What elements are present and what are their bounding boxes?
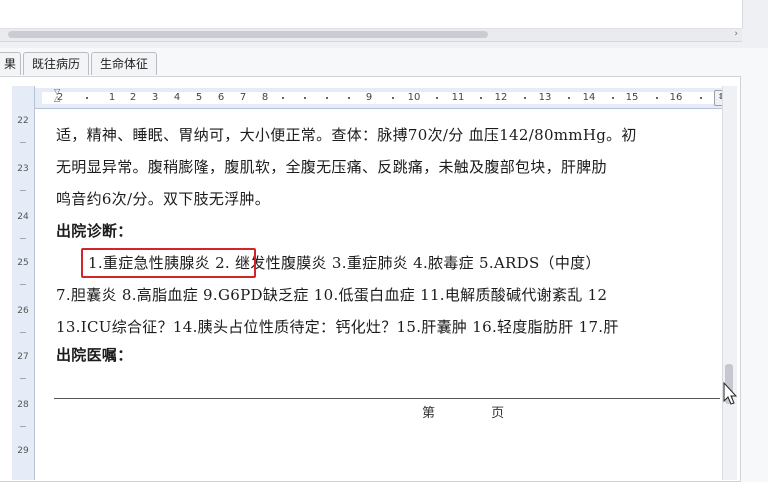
ruler-label: 3 bbox=[151, 92, 159, 103]
ruler-label: 13 bbox=[538, 92, 552, 103]
ruler-tick bbox=[20, 284, 26, 285]
discharge-orders-heading: 出院医嘱： bbox=[56, 346, 133, 364]
document-line: 鸣音约6次/分。双下肢无浮肿。 bbox=[56, 190, 271, 208]
scroll-thumb[interactable] bbox=[8, 31, 488, 38]
ruler-tick bbox=[20, 426, 26, 427]
ruler-label: 1 bbox=[108, 92, 116, 103]
highlight-box bbox=[81, 248, 256, 278]
ruler-tick bbox=[480, 97, 482, 99]
ruler-tick bbox=[304, 97, 306, 99]
ruler-track bbox=[42, 92, 718, 104]
ruler-label: 8 bbox=[261, 92, 269, 103]
ruler-tick bbox=[20, 378, 26, 379]
ruler-label: 2 bbox=[129, 92, 137, 103]
diagnosis-line: 13.ICU综合征？14.胰头占位性质待定：钙化灶？15.肝囊肿 16.轻度脂肪… bbox=[56, 318, 619, 336]
ruler-label: 22 bbox=[17, 116, 29, 126]
ruler-label: 11 bbox=[451, 92, 465, 103]
ruler-label: 14 bbox=[582, 92, 596, 103]
document-line: 适，精神、睡眠、胃纳可，大小便正常。查体：脉搏70次/分 血压142/80mmH… bbox=[56, 126, 637, 144]
ruler-label: 5 bbox=[195, 92, 203, 103]
top-ruler[interactable]: ▽ △ 2 1 2 3 4 5 6 7 8 9 10 11 12 13 14 15… bbox=[34, 88, 724, 109]
page-divider bbox=[54, 398, 720, 399]
ruler-label: 4 bbox=[173, 92, 181, 103]
tab-past-history[interactable]: 既往病历 bbox=[23, 52, 90, 75]
ruler-tick bbox=[656, 97, 658, 99]
top-bar: › bbox=[0, 0, 768, 48]
mouse-pointer-icon bbox=[723, 382, 737, 405]
ruler-tick bbox=[348, 97, 350, 99]
discharge-diagnosis-heading: 出院诊断： bbox=[56, 222, 133, 240]
ruler-label: 25 bbox=[17, 258, 29, 268]
ruler-label: 28 bbox=[17, 400, 29, 410]
ruler-tick bbox=[612, 97, 614, 99]
ruler-label: 10 bbox=[407, 92, 421, 103]
ruler-label: 23 bbox=[17, 164, 29, 174]
ruler-tick bbox=[326, 97, 328, 99]
ruler-label: 16 bbox=[669, 92, 683, 103]
ruler-label: 12 bbox=[494, 92, 508, 103]
ruler-tick bbox=[86, 97, 88, 99]
ruler-label: 15 bbox=[625, 92, 639, 103]
ruler-tick bbox=[20, 238, 26, 239]
ruler-tick bbox=[568, 97, 570, 99]
ruler-label: 29 bbox=[17, 446, 29, 456]
ruler-label: 9 bbox=[365, 92, 373, 103]
ruler-label: 27 bbox=[17, 352, 29, 362]
ruler-tick bbox=[20, 190, 26, 191]
ruler-label: 6 bbox=[217, 92, 225, 103]
ruler-tick bbox=[282, 97, 284, 99]
ruler-tick bbox=[436, 97, 438, 99]
document-line: 无明显异常。腹稍膨隆，腹肌软，全腹无压痛、反跳痛，未触及腹部包块，肝脾肋 bbox=[56, 158, 607, 176]
ruler-tick bbox=[20, 142, 26, 143]
scroll-right-icon[interactable]: › bbox=[734, 29, 738, 39]
vertical-scrollbar[interactable] bbox=[722, 86, 737, 480]
left-ruler[interactable]: 22 23 24 25 26 27 28 29 bbox=[12, 86, 35, 480]
ruler-label: 24 bbox=[17, 212, 29, 222]
document-page[interactable]: 适，精神、睡眠、胃纳可，大小便正常。查体：脉搏70次/分 血压142/80mmH… bbox=[38, 110, 722, 480]
ruler-label: 26 bbox=[17, 306, 29, 316]
ruler-label: 7 bbox=[239, 92, 247, 103]
top-panel bbox=[0, 0, 743, 29]
ruler-tick bbox=[524, 97, 526, 99]
horizontal-scrollbar[interactable]: › bbox=[0, 29, 742, 42]
ruler-tick bbox=[392, 97, 394, 99]
ruler-tick bbox=[700, 97, 702, 99]
tab-vital-signs[interactable]: 生命体征 bbox=[91, 52, 158, 75]
ruler-label: 2 bbox=[56, 92, 64, 103]
diagnosis-line: 7.胆囊炎 8.高脂血症 9.G6PD缺乏症 10.低蛋白血症 11.电解质酸碱… bbox=[56, 286, 608, 304]
tab-results[interactable]: 果 bbox=[0, 52, 22, 75]
tab-bar: 果 既往病历 生命体征 bbox=[0, 52, 159, 76]
page-footer: 第 页 bbox=[422, 406, 531, 421]
ruler-tick bbox=[20, 332, 26, 333]
